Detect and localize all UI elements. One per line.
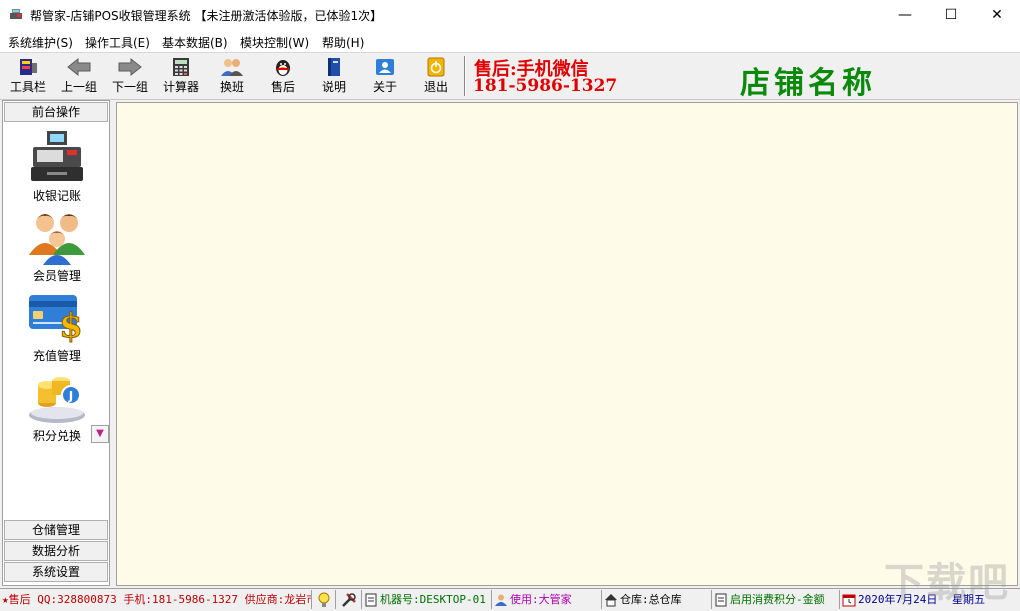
- close-button[interactable]: ✕: [974, 0, 1020, 30]
- toolbar-toggle-button[interactable]: 工具栏: [4, 55, 52, 97]
- toolbar-separator: [464, 56, 466, 96]
- left-nav-panel: 前台操作 收银记账 会员管理 $ 充值管理 J 积分兑换 ▼ 仓储管理 数据分析…: [2, 100, 110, 586]
- arrow-left-icon: [67, 57, 91, 77]
- shop-name: 店铺名称: [740, 66, 876, 101]
- calendar-icon: [842, 594, 856, 607]
- status-machine: 机器号:DESKTOP-01: [362, 590, 492, 609]
- minimize-button[interactable]: —: [882, 0, 928, 30]
- maximize-button[interactable]: ☐: [928, 0, 974, 30]
- watermark: 下载吧: [884, 560, 1010, 606]
- group-header-warehouse[interactable]: 仓储管理: [4, 520, 108, 540]
- status-user: 使用:大管家: [492, 590, 602, 609]
- status-support-info: ★售后 QQ:328800873 手机:181-5986-1327 供应商:龙岩…: [2, 590, 312, 609]
- nav-item-label: 积分兑换: [32, 429, 81, 443]
- next-group-button[interactable]: 下一组: [106, 55, 154, 97]
- toolbar-button-label: 退出: [423, 80, 448, 94]
- members-icon: [29, 214, 85, 265]
- status-points-mode: 启用消费积分-金额: [712, 590, 840, 609]
- cash-register-app-icon: [10, 9, 22, 19]
- toolbar-button-label: 工具栏: [9, 80, 46, 94]
- toolbar: 工具栏 上一组 下一组 计算器 换班 售后 说明 关于 退出 售后:手机微信 1…: [0, 53, 1020, 101]
- home-icon: [605, 594, 617, 607]
- cash-register-icon: [31, 131, 83, 181]
- window-title: 帮管家-店铺POS收银管理系统 【未注册激活体验版，已体验1次】: [30, 9, 383, 23]
- svg-text:J: J: [68, 389, 73, 403]
- toolbar-button-label: 下一组: [111, 80, 148, 94]
- menu-help[interactable]: 帮助(H): [322, 34, 364, 51]
- scroll-down-icon[interactable]: ▼: [91, 425, 109, 443]
- status-points-text: 启用消费积分-金额: [730, 593, 825, 606]
- book-icon: [328, 58, 340, 76]
- toolbar-button-label: 说明: [321, 80, 346, 94]
- status-machine-text: 机器号:DESKTOP-01: [380, 593, 486, 606]
- nav-item-members[interactable]: 会员管理: [17, 209, 97, 285]
- nav-item-label: 会员管理: [32, 269, 81, 283]
- menu-tools[interactable]: 操作工具(E): [85, 34, 150, 51]
- power-icon: [427, 57, 445, 77]
- menu-bar: 系统维护(S) 操作工具(E) 基本数据(B) 模块控制(W) 帮助(H): [0, 30, 1020, 53]
- after-sales-button[interactable]: 售后: [259, 55, 307, 97]
- group-header-data-analysis[interactable]: 数据分析: [4, 541, 108, 561]
- menu-basic-data[interactable]: 基本数据(B): [162, 34, 228, 51]
- nav-item-label: 收银记账: [32, 189, 81, 203]
- document-icon: [365, 593, 377, 607]
- nav-item-recharge[interactable]: $ 充值管理: [17, 289, 97, 365]
- nav-item-label: 充值管理: [32, 349, 81, 363]
- svg-text:$: $: [59, 306, 83, 345]
- support-hotline-number: 181-5986-1327: [473, 76, 618, 96]
- toolbar-button-label: 换班: [219, 80, 244, 94]
- group-header-front-desk[interactable]: 前台操作: [4, 102, 108, 122]
- title-bar: 帮管家-店铺POS收银管理系统 【未注册激活体验版，已体验1次】 — ☐ ✕: [0, 0, 1020, 30]
- nav-item-points-exchange[interactable]: J 积分兑换: [17, 369, 97, 445]
- nav-item-cashier[interactable]: 收银记账: [17, 129, 97, 205]
- toolbar-button-label: 上一组: [60, 80, 97, 94]
- tools-icon: [341, 593, 356, 607]
- status-user-text: 使用:大管家: [510, 593, 572, 606]
- menu-module-control[interactable]: 模块控制(W): [240, 34, 309, 51]
- main-work-area: [116, 102, 1018, 586]
- about-button[interactable]: 关于: [361, 55, 409, 97]
- status-bar: ★售后 QQ:328800873 手机:181-5986-1327 供应商:龙岩…: [0, 588, 1020, 611]
- group-header-system-settings[interactable]: 系统设置: [4, 562, 108, 582]
- calculator-icon: [173, 58, 189, 76]
- penguin-icon: [276, 60, 290, 76]
- lightbulb-icon: [318, 592, 329, 607]
- arrow-right-icon: [118, 57, 142, 77]
- toolbar-icon: [20, 59, 37, 75]
- document-icon: [715, 593, 727, 607]
- status-tools[interactable]: [336, 590, 362, 609]
- user-icon: [495, 594, 507, 606]
- toolbar-button-label: 计算器: [162, 80, 199, 94]
- coins-icon: J: [29, 377, 85, 423]
- status-warehouse: 仓库:总仓库: [602, 590, 712, 609]
- users-icon: [221, 59, 243, 76]
- contact-card-icon: [376, 59, 394, 75]
- toolbar-button-label: 售后: [270, 80, 295, 94]
- status-warehouse-text: 仓库:总仓库: [620, 593, 682, 606]
- toolbar-button-label: 关于: [372, 80, 397, 94]
- shift-change-button[interactable]: 换班: [208, 55, 256, 97]
- status-tip[interactable]: [312, 590, 336, 609]
- calculator-button[interactable]: 计算器: [157, 55, 205, 97]
- menu-system-maintenance[interactable]: 系统维护(S): [8, 34, 73, 51]
- instructions-button[interactable]: 说明: [310, 55, 358, 97]
- previous-group-button[interactable]: 上一组: [55, 55, 103, 97]
- exit-button[interactable]: 退出: [412, 55, 460, 97]
- card-dollar-icon: $: [29, 295, 83, 345]
